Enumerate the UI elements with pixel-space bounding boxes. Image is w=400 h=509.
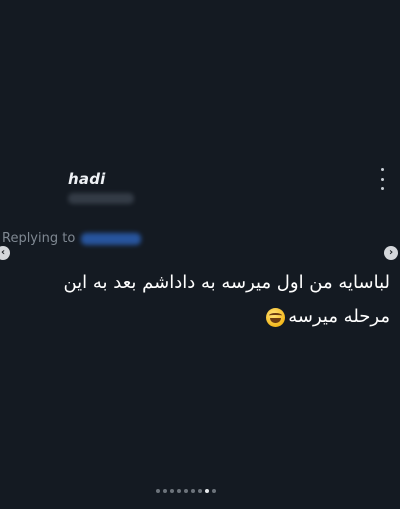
pagination-dot[interactable] bbox=[177, 489, 181, 493]
chevron-right-icon[interactable]: › bbox=[384, 246, 398, 260]
reply-handle-blurred[interactable] bbox=[81, 232, 142, 245]
tweet-text-line-1: لباسایه من اول میرسه به داداشم بعد به ای… bbox=[63, 272, 390, 293]
pagination-dots[interactable] bbox=[156, 489, 216, 493]
author-name[interactable]: hadi bbox=[68, 170, 105, 188]
pagination-dot[interactable] bbox=[191, 489, 195, 493]
grinning-sweat-emoji-icon: 😂 bbox=[266, 308, 286, 327]
chevron-left-icon[interactable]: ‹ bbox=[0, 246, 10, 260]
more-dot bbox=[380, 168, 384, 171]
more-options-icon[interactable] bbox=[377, 168, 387, 190]
replying-label: Replying to bbox=[2, 231, 76, 246]
pagination-dot[interactable] bbox=[198, 489, 202, 493]
pagination-dot[interactable] bbox=[170, 489, 174, 493]
more-dot bbox=[380, 177, 384, 181]
tweet-text: لباسایه من اول میرسه به داداشم بعد به ای… bbox=[10, 266, 390, 334]
tweet-text-line-2-text: مرحله میرسه bbox=[288, 306, 390, 327]
pagination-dot[interactable] bbox=[205, 489, 209, 493]
pagination-dot[interactable] bbox=[156, 489, 160, 493]
more-dot bbox=[380, 187, 384, 190]
author-handle-blurred bbox=[68, 193, 134, 204]
pagination-dot[interactable] bbox=[163, 489, 167, 493]
tweet-text-line-2: مرحله میرسه😂 bbox=[10, 300, 390, 334]
pagination-dot[interactable] bbox=[184, 489, 188, 493]
pagination-dot[interactable] bbox=[212, 489, 216, 493]
replying-to: Replying to bbox=[2, 231, 142, 246]
tweet-screenshot: hadi Replying to ‹ › لباسایه من اول میرس… bbox=[0, 0, 400, 509]
